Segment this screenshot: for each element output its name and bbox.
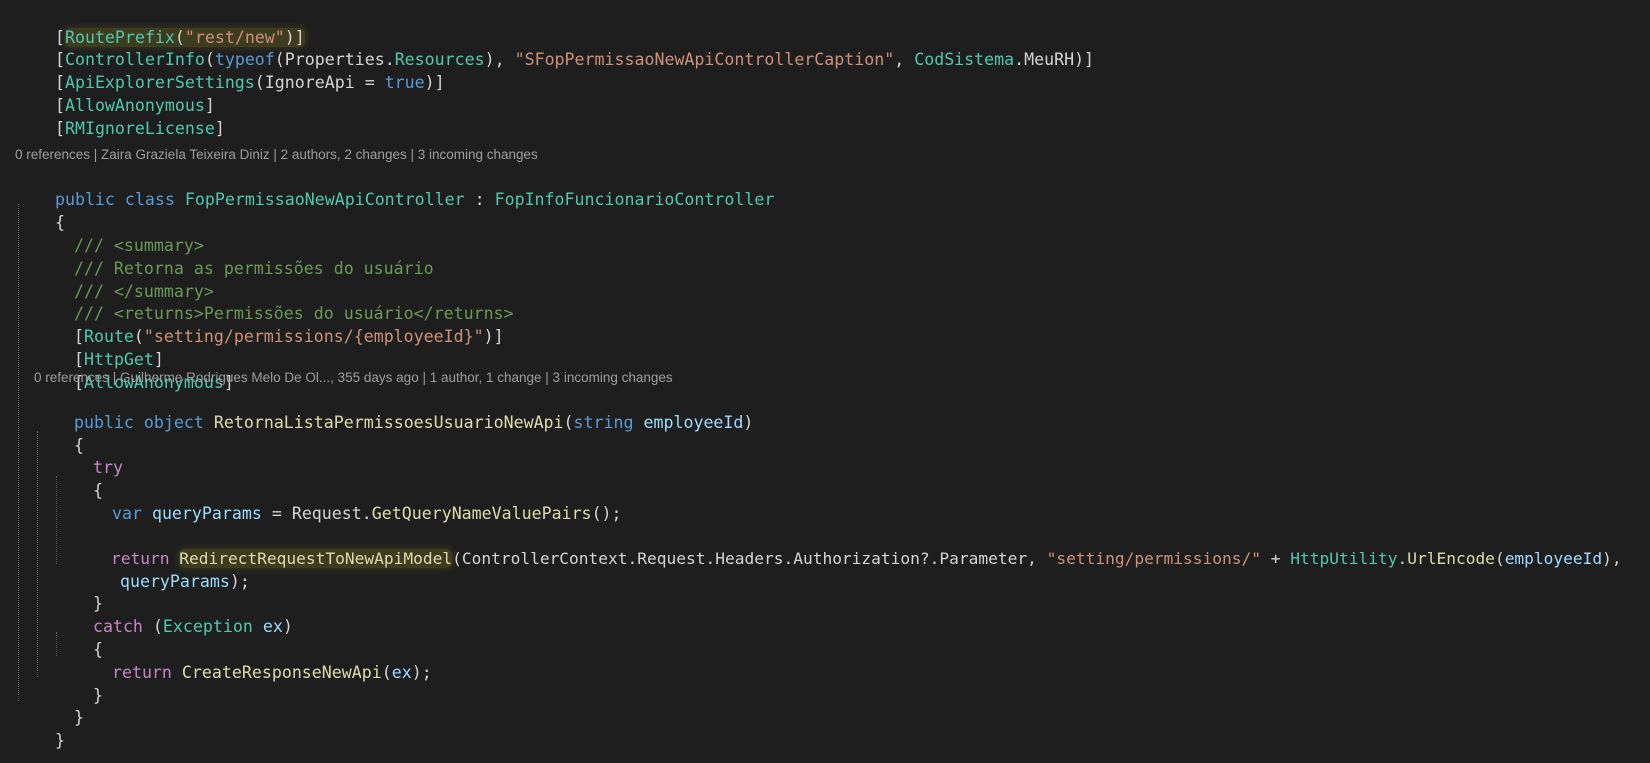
plain-token: ), [484, 50, 515, 69]
bracket-token: )] [424, 73, 445, 92]
variable-token: queryParams [119, 572, 230, 591]
type-token: HttpUtility [1290, 549, 1398, 568]
paren-token: ) [282, 617, 293, 636]
string-token: "SFopPermissaoNewApiControllerCaption" [514, 50, 895, 69]
code-line-class-declaration[interactable]: public class FopPermissaoNewApiControlle… [15, 164, 774, 209]
base-class-token: FopInfoFuncionarioController [494, 190, 775, 209]
class-name-token: FopPermissaoNewApiController [184, 190, 465, 209]
parameter-token: employeeId [1504, 549, 1603, 568]
plain-token: ); [229, 572, 250, 591]
method-name-token: CreateResponseNewApi [181, 663, 382, 682]
code-line-close-brace[interactable]: } [34, 682, 84, 727]
attribute-name-token: RMIgnoreLicense [64, 119, 215, 138]
code-editor[interactable]: [RoutePrefix("rest/new")] [ControllerInf… [0, 0, 1650, 763]
variable-token: ex [391, 663, 412, 682]
parameter-token: employeeId [643, 413, 744, 432]
code-line-open-brace[interactable]: { [53, 455, 103, 500]
code-line-http-get[interactable]: [HttpGet] [34, 324, 164, 369]
code-line-api-explorer-settings[interactable]: [ApiExplorerSettings(IgnoreApi = true)] [15, 47, 445, 92]
code-line-continuation[interactable]: queryParams); [80, 546, 250, 591]
code-line-comment[interactable]: /// </summary> [34, 256, 214, 301]
paren-token: ( [381, 663, 392, 682]
code-line-rm-ignore-license[interactable]: [RMIgnoreLicense] [15, 93, 225, 138]
code-line-route-prefix[interactable]: [RoutePrefix("rest/new")] [15, 2, 305, 47]
keyword-token: class [124, 190, 175, 209]
plain-token: (ControllerContext.Request.Headers.Autho… [452, 549, 1047, 568]
variable-token: ex [262, 617, 283, 636]
bracket-token: [ [54, 119, 65, 138]
plain-token: . [1397, 549, 1408, 568]
string-token: "setting/permissions/" [1046, 549, 1262, 568]
plain-token: (IgnoreApi = [254, 73, 385, 92]
plain-token: ); [411, 663, 432, 682]
code-line-catch[interactable]: catch (Exception ex) [53, 591, 293, 636]
string-token: "setting/permissions/{employeeId}" [143, 327, 484, 346]
code-line-allow-anonymous[interactable]: [AllowAnonymous] [34, 347, 234, 392]
method-name-token: UrlEncode [1407, 549, 1495, 568]
code-line-controller-info[interactable]: [ControllerInfo(typeof(Properties.Resour… [15, 24, 1094, 69]
code-line-close-brace[interactable]: } [53, 660, 103, 705]
brace-token: } [73, 708, 84, 727]
code-line-comment[interactable]: /// <returns>Permissões do usuário</retu… [34, 278, 514, 323]
paren-token: ) [743, 413, 754, 432]
type-token: Exception [162, 617, 253, 636]
brace-token: } [54, 731, 65, 750]
plain-token: ), [1602, 549, 1622, 568]
code-line-close-brace[interactable]: } [53, 568, 103, 613]
bracket-token: ] [214, 119, 225, 138]
code-line-try[interactable]: try [53, 432, 123, 477]
code-line-method-signature[interactable]: public object RetornaListaPermissoesUsua… [34, 387, 753, 432]
code-line-return-create-response[interactable]: return CreateResponseNewApi(ex); [72, 637, 432, 682]
paren-token: ( [563, 413, 574, 432]
plain-token: ( [142, 617, 163, 636]
bracket-token: )] [483, 327, 504, 346]
method-name-token: RetornaListaPermissoesUsuarioNewApi [213, 413, 564, 432]
code-line-close-brace[interactable]: } [15, 705, 65, 750]
code-line-comment[interactable]: /// Retorna as permissões do usuário [34, 233, 434, 278]
code-line-open-brace[interactable]: { [15, 187, 65, 232]
keyword-token: object [143, 413, 204, 432]
code-line-comment[interactable]: /// <summary> [34, 210, 204, 255]
paren-token: ( [1494, 549, 1505, 568]
code-line-open-brace[interactable]: { [53, 614, 103, 659]
plain-token: .MeuRH)] [1014, 50, 1095, 69]
code-line-return-redirect[interactable]: return RedirectRequestToNewApiModel(Cont… [72, 523, 1622, 568]
keyword-token: string [573, 413, 634, 432]
brace-token: } [92, 686, 103, 705]
indent-guide [18, 204, 19, 701]
keyword-token: true [384, 73, 425, 92]
plain-token: = Request. [261, 504, 372, 523]
method-name-token: GetQueryNameValuePairs [371, 504, 592, 523]
codelens-class-references[interactable]: 0 references | Zaira Graziela Teixeira D… [15, 146, 538, 164]
plain-token: , [894, 50, 915, 69]
control-keyword-token: return [111, 663, 172, 682]
plain-token: + [1261, 549, 1291, 568]
code-line-route-attribute[interactable]: [Route("setting/permissions/{employeeId}… [34, 301, 504, 346]
code-line-allow-anonymous[interactable]: [AllowAnonymous] [15, 70, 215, 115]
variable-token: queryParams [151, 504, 262, 523]
plain-token: (); [591, 504, 622, 523]
code-line-query-params[interactable]: var queryParams = Request.GetQueryNameVa… [72, 478, 622, 523]
type-token: CodSistema [914, 50, 1015, 69]
code-line-open-brace[interactable]: { [34, 410, 84, 455]
keyword-token: var [111, 504, 142, 523]
codelens-method-references[interactable]: 0 references | Guilherme Rodrigues Melo … [34, 369, 673, 387]
plain-token: : [464, 190, 495, 209]
